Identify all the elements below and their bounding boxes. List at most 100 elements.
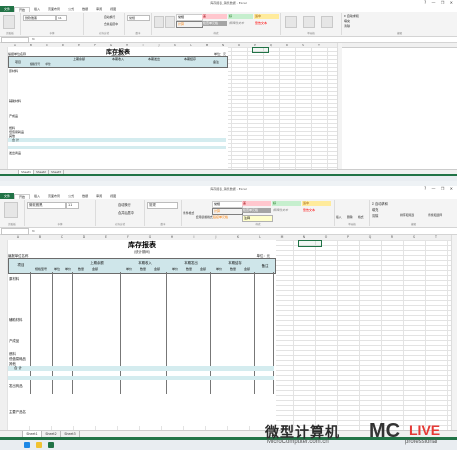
style-neutral[interactable]: 适中 xyxy=(254,14,279,19)
wrap-text-button-large[interactable]: 自动换行 xyxy=(118,202,131,207)
conditional-format-button[interactable] xyxy=(154,16,164,28)
column-header-cell[interactable]: J xyxy=(205,235,227,239)
fill-button[interactable]: 填充 xyxy=(344,19,350,23)
clear-button-large[interactable]: 清除 xyxy=(372,213,378,218)
ie-icon[interactable] xyxy=(24,442,30,448)
fill-button-large[interactable]: 填充 xyxy=(372,207,378,212)
style-normal-large[interactable]: 常规 xyxy=(212,201,243,208)
selected-cell-large[interactable] xyxy=(298,240,322,247)
delete-cells-button[interactable] xyxy=(303,16,315,28)
tab-formulas[interactable]: 公式 xyxy=(64,7,78,11)
column-header-cell[interactable]: O xyxy=(315,235,337,239)
table-format-button-large[interactable]: 套用表格格式 xyxy=(196,215,213,219)
sort-filter-button-large[interactable]: 排序和筛选 xyxy=(400,213,414,217)
style-good[interactable]: 好 xyxy=(228,14,253,19)
column-header-cell[interactable]: H xyxy=(161,235,183,239)
fx-icon[interactable]: fx xyxy=(32,37,35,42)
column-header-cell[interactable]: N xyxy=(293,235,315,239)
column-header-cell[interactable]: E xyxy=(95,235,117,239)
tab-insert[interactable]: 插入 xyxy=(30,7,44,11)
style-explanatory[interactable]: 解释性文本 xyxy=(228,21,253,26)
autosum-button[interactable]: Σ 自动求和 xyxy=(344,14,359,18)
paste-button-large[interactable] xyxy=(4,202,18,218)
tab-page-layout[interactable]: 页面布局 xyxy=(44,7,64,11)
column-header-cell[interactable]: R xyxy=(381,235,403,239)
conditional-format-button-large[interactable]: 条件格式 xyxy=(183,211,194,215)
style-calculation[interactable]: 计算 xyxy=(176,21,203,28)
font-name-select[interactable]: 微软雅黑 xyxy=(23,15,56,21)
merge-center-button[interactable]: 合并后居中 xyxy=(104,22,118,26)
column-header-cell[interactable]: T xyxy=(425,235,447,239)
style-bad-large[interactable]: 差 xyxy=(242,201,271,206)
tab-review-large[interactable]: 审阅 xyxy=(92,194,106,198)
number-format-select-large[interactable]: 常规 xyxy=(147,202,178,209)
tab-page-layout-large[interactable]: 页面布局 xyxy=(44,194,64,198)
column-header-cell[interactable]: K xyxy=(227,235,249,239)
table-format-button[interactable] xyxy=(165,16,175,28)
column-header-cell[interactable]: P xyxy=(337,235,359,239)
name-box-large[interactable] xyxy=(1,228,29,235)
style-note-large[interactable]: 注释 xyxy=(242,215,273,222)
wrap-text-button[interactable]: 自动换行 xyxy=(104,15,115,19)
font-name-select-large[interactable]: 微软雅黑 xyxy=(27,202,66,209)
style-warning-large[interactable]: 警告文本 xyxy=(302,208,331,213)
style-check-cell[interactable]: 检查单元格 xyxy=(202,21,227,26)
tab-data[interactable]: 数据 xyxy=(78,7,92,11)
column-header-cell[interactable]: I xyxy=(183,235,205,239)
format-cells-button[interactable] xyxy=(321,16,333,28)
vertical-scrollbar-large[interactable] xyxy=(451,235,457,430)
tab-view[interactable]: 视图 xyxy=(106,7,120,11)
header-remark-large: 备注 xyxy=(261,264,269,268)
column-header-cell[interactable]: D xyxy=(73,235,95,239)
excel-window-small: 库存报表_销售数据 - Excel ? — ❐ ✕ 文件 开始 插入 页面布局 … xyxy=(0,0,457,181)
column-header-cell[interactable]: M xyxy=(271,235,293,239)
subhead-price-3: 单价 xyxy=(171,267,178,271)
group-label-number: 数字 xyxy=(135,32,141,35)
paste-button[interactable] xyxy=(3,15,15,29)
clear-button[interactable]: 清除 xyxy=(344,24,350,28)
style-check-cell-large[interactable]: 检查单元格 xyxy=(242,208,271,213)
vertical-scrollbar[interactable] xyxy=(337,43,342,169)
style-explanatory-large[interactable]: 解释性文本 xyxy=(272,208,301,213)
font-size-select[interactable]: 11 xyxy=(56,15,67,21)
delete-cells-button-large[interactable]: 删除 xyxy=(347,215,353,219)
column-header-cell[interactable]: G xyxy=(139,235,161,239)
number-format-select[interactable]: 常规 xyxy=(127,15,150,21)
tab-formulas-large[interactable]: 公式 xyxy=(64,194,78,198)
tab-home-large[interactable]: 开始 xyxy=(14,193,31,199)
format-cells-button-large[interactable]: 格式 xyxy=(358,215,364,219)
header-group-2: 本期收入 xyxy=(111,57,124,61)
column-header-cell[interactable]: C xyxy=(51,235,73,239)
insert-cells-button-large[interactable]: 插入 xyxy=(336,215,342,219)
autosum-button-large[interactable]: Σ 自动求和 xyxy=(372,201,388,206)
column-header-cell[interactable]: A xyxy=(7,235,29,239)
font-size-select-large[interactable]: 11 xyxy=(66,202,79,209)
style-calculation-large[interactable]: 计算 xyxy=(212,208,243,215)
tab-view-large[interactable]: 视图 xyxy=(106,194,120,198)
insert-cells-button[interactable] xyxy=(285,16,297,28)
tab-review[interactable]: 审阅 xyxy=(92,7,106,11)
window-controls-large[interactable]: ? — ❐ ✕ xyxy=(424,186,455,192)
tab-insert-large[interactable]: 插入 xyxy=(30,194,44,198)
tab-data-large[interactable]: 数据 xyxy=(78,194,92,198)
tab-home[interactable]: 开始 xyxy=(14,6,31,12)
style-neutral-large[interactable]: 适中 xyxy=(302,201,331,206)
merge-center-button-large[interactable]: 合并后居中 xyxy=(118,210,134,215)
column-header-cell[interactable]: B xyxy=(29,235,51,239)
column-header-cell[interactable]: L xyxy=(249,235,271,239)
excel-icon[interactable] xyxy=(48,442,54,448)
fx-icon-large[interactable]: fx xyxy=(32,228,35,234)
subhead-qty-2: 数量 xyxy=(139,267,146,271)
style-normal[interactable]: 常规 xyxy=(176,14,203,21)
column-header-cell[interactable]: F xyxy=(117,235,139,239)
style-linked-large[interactable]: 链接单元格 xyxy=(212,215,241,220)
column-header-cell[interactable]: S xyxy=(403,235,425,239)
selected-cell[interactable] xyxy=(252,47,269,53)
style-bad[interactable]: 差 xyxy=(202,14,227,19)
find-select-button-large[interactable]: 查找和选择 xyxy=(428,213,442,217)
style-good-large[interactable]: 好 xyxy=(272,201,301,206)
style-warning[interactable]: 警告文本 xyxy=(254,21,279,26)
subhead-unit-large: 单位 xyxy=(53,267,60,271)
column-header-cell[interactable]: Q xyxy=(359,235,381,239)
folder-icon[interactable] xyxy=(36,442,42,448)
